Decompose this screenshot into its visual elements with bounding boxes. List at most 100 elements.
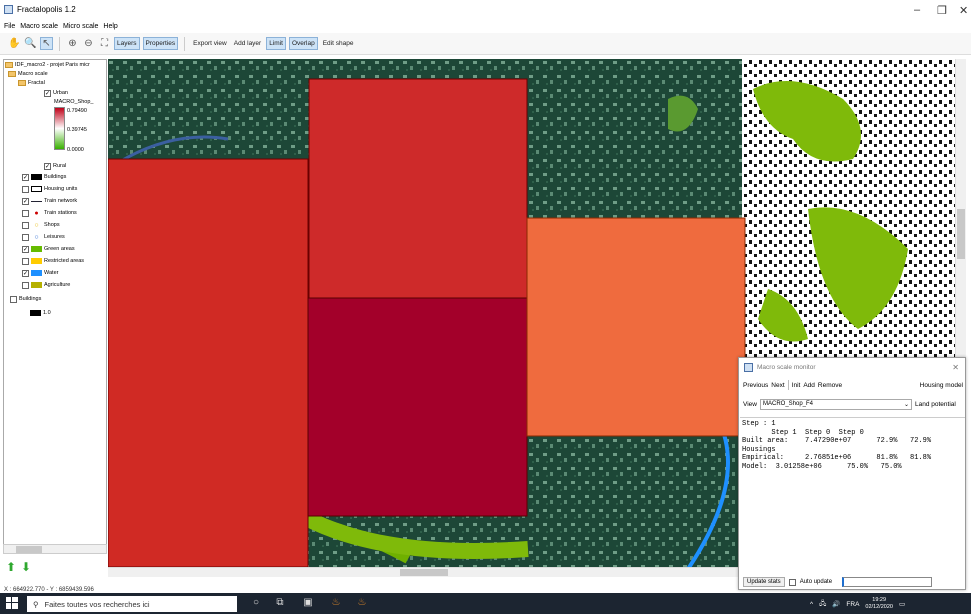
layer-train-network[interactable]: ✓ Train network xyxy=(22,196,77,206)
cortana-icon[interactable]: ○ xyxy=(250,597,262,609)
checkbox[interactable] xyxy=(22,233,29,241)
map-cell-left xyxy=(108,158,309,567)
layer-tree: IDF_macro2 - projet Paris micr Macro sca… xyxy=(3,59,107,554)
green-swatch xyxy=(31,246,42,252)
auto-update-label: Auto update xyxy=(799,579,833,585)
layer-shops[interactable]: ○ Shops xyxy=(22,220,60,230)
minimize-button[interactable]: – xyxy=(914,4,920,16)
task-view-icon[interactable]: ⧉ xyxy=(274,597,286,609)
checkbox[interactable]: ✓ xyxy=(44,89,51,97)
map-cell-right xyxy=(526,217,746,437)
next-button[interactable]: Next xyxy=(771,382,784,389)
zoom-extent-icon[interactable]: ⛶ xyxy=(98,37,111,50)
maximize-button[interactable]: ❐ xyxy=(937,4,947,17)
tree-fractal[interactable]: Fractal xyxy=(18,78,45,88)
checkbox[interactable]: ✓ xyxy=(22,173,29,181)
taskbar: ⚲ Faites toutes vos recherches ici ○ ⧉ ▣… xyxy=(0,593,971,614)
clock[interactable]: 19:29 02/12/2020 xyxy=(865,597,893,611)
checkbox[interactable] xyxy=(22,185,29,193)
export-view-button[interactable]: Export view xyxy=(191,38,229,49)
housing-swatch xyxy=(31,186,42,192)
yellow-dot-icon: ○ xyxy=(34,221,39,229)
pan-hand-icon[interactable]: ✋ xyxy=(8,37,21,50)
layers-toggle[interactable]: Layers xyxy=(114,37,140,50)
menu-file[interactable]: File xyxy=(4,23,15,30)
layer-train-stations[interactable]: ● Train stations xyxy=(22,208,77,218)
folder-icon xyxy=(5,62,13,68)
auto-update-checkbox[interactable] xyxy=(788,578,796,586)
checkbox[interactable]: ✓ xyxy=(22,245,29,253)
micro-value: 1.0 xyxy=(30,308,51,318)
menu-micro-scale[interactable]: Micro scale xyxy=(63,23,98,30)
checkbox[interactable] xyxy=(22,221,29,229)
legend-gradient xyxy=(54,107,65,150)
down-arrow-icon[interactable]: ⬇ xyxy=(21,561,32,574)
close-button[interactable]: ✕ xyxy=(959,4,968,17)
java-app-icon[interactable]: ♨ xyxy=(356,597,368,609)
folder-icon xyxy=(18,80,26,86)
limit-toggle[interactable]: Limit xyxy=(266,37,286,50)
properties-toggle[interactable]: Properties xyxy=(142,37,179,50)
up-arrow-icon[interactable]: ⬆ xyxy=(6,561,17,574)
menu-macro-scale[interactable]: Macro scale xyxy=(20,23,58,30)
checkbox[interactable] xyxy=(22,209,29,217)
remove-button[interactable]: Remove xyxy=(818,382,842,389)
edit-shape-button[interactable]: Edit shape xyxy=(321,38,356,49)
windows-start-icon[interactable] xyxy=(6,597,18,609)
agriculture-swatch xyxy=(31,282,42,288)
menu-help[interactable]: Help xyxy=(103,23,117,30)
monitor-close-button[interactable]: ✕ xyxy=(952,363,959,372)
checkbox[interactable] xyxy=(22,257,29,265)
blue-dot-icon: ○ xyxy=(34,233,39,241)
checkbox[interactable]: ✓ xyxy=(22,269,29,277)
search-placeholder: Faites toutes vos recherches ici xyxy=(44,599,150,609)
layer-housing-units[interactable]: Housing units xyxy=(22,184,77,194)
notification-icon[interactable]: ▭ xyxy=(899,600,905,608)
add-layer-button[interactable]: Add layer xyxy=(232,38,263,49)
tree-rural[interactable]: ✓ Rural xyxy=(44,161,66,171)
restricted-swatch xyxy=(31,258,42,264)
init-button[interactable]: Init xyxy=(792,382,801,389)
scroll-thumb[interactable] xyxy=(400,569,448,576)
java-icon[interactable]: ♨ xyxy=(330,597,342,609)
volume-icon[interactable]: 🔊 xyxy=(832,600,840,608)
chevron-down-icon: ⌄ xyxy=(903,401,909,408)
layer-restricted-areas[interactable]: Restricted areas xyxy=(22,256,84,266)
add-button[interactable]: Add xyxy=(803,382,815,389)
checkbox[interactable] xyxy=(22,281,29,289)
checkbox[interactable]: ✓ xyxy=(44,162,51,170)
language-indicator[interactable]: FRA xyxy=(846,601,859,608)
select-arrow-icon[interactable]: ↖ xyxy=(40,37,53,50)
scroll-thumb[interactable] xyxy=(957,209,965,259)
layer-water[interactable]: ✓ Water xyxy=(22,268,58,278)
update-stats-button[interactable]: Update stats xyxy=(743,577,785,587)
zoom-out-icon[interactable]: ⊖ xyxy=(82,37,95,50)
taskbar-search[interactable]: ⚲ Faites toutes vos recherches ici xyxy=(27,596,237,612)
network-icon[interactable]: 🖧 xyxy=(819,599,826,610)
checkbox[interactable] xyxy=(10,295,17,303)
housing-model-label[interactable]: Housing model xyxy=(920,382,963,389)
overlap-toggle[interactable]: Overlap xyxy=(288,37,318,50)
chevron-up-icon[interactable]: ^ xyxy=(810,601,813,608)
layer-buildings[interactable]: ✓ Buildings xyxy=(22,172,66,182)
monitor-button-row: Previous Next Init Add Remove Housing mo… xyxy=(743,378,963,392)
checkbox[interactable]: ✓ xyxy=(22,197,29,205)
scroll-thumb[interactable] xyxy=(16,546,42,553)
land-potential-label[interactable]: Land potential xyxy=(915,401,956,408)
navigation-arrows: ⬆ ⬇ xyxy=(6,561,32,574)
magnifier-icon[interactable]: 🔍 xyxy=(24,37,37,50)
layer-green-areas[interactable]: ✓ Green areas xyxy=(22,244,75,254)
7zip-icon[interactable]: ▣ xyxy=(302,597,314,609)
view-select[interactable]: MACRO_Shop_F4 ⌄ xyxy=(759,398,912,410)
tree-horizontal-scrollbar[interactable] xyxy=(3,544,107,554)
menu-bar: File Macro scale Micro scale Help xyxy=(0,20,971,32)
layer-agriculture[interactable]: Agriculture xyxy=(22,280,70,290)
layer-leisures[interactable]: ○ Leisures xyxy=(22,232,65,242)
monitor-bottom-bar: Update stats Auto update xyxy=(743,576,963,588)
layer-micro-buildings[interactable]: Buildings xyxy=(10,294,41,304)
window-title: Fractalopolis 1.2 xyxy=(17,5,76,14)
toolbar: ✋ 🔍 ↖ ⊕ ⊖ ⛶ Layers Properties Export vie… xyxy=(0,33,971,55)
zoom-in-icon[interactable]: ⊕ xyxy=(66,37,79,50)
previous-button[interactable]: Previous xyxy=(743,382,768,389)
legend-min: 0.0000 xyxy=(67,147,84,153)
